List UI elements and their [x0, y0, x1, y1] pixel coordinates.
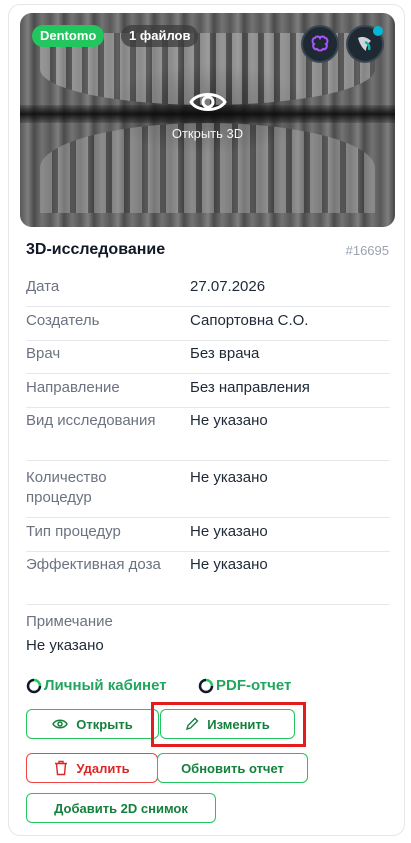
pdf-report-link-label: PDF-отчет	[216, 677, 292, 694]
loading-spinner-icon	[26, 678, 42, 693]
field-row-procedure-type: Тип процедур Не указано	[26, 522, 390, 552]
tooth-app-icon	[358, 37, 371, 51]
cabinet-link-label: Личный кабинет	[44, 677, 167, 694]
field-value: Не указано	[190, 556, 268, 573]
eye-icon	[188, 93, 227, 111]
tooth-app-button[interactable]	[346, 25, 384, 63]
study-title: 3D-исследование	[26, 241, 166, 258]
field-label: Врач	[26, 345, 61, 362]
loading-spinner-icon	[198, 678, 214, 693]
update-report-button[interactable]: Обновить отчет	[157, 753, 308, 783]
delete-button[interactable]: Удалить	[26, 753, 158, 783]
field-label: Создатель	[26, 312, 100, 329]
files-count-badge: 1 файлов	[121, 25, 199, 47]
pdf-report-link[interactable]: PDF-отчет	[198, 677, 291, 694]
field-row-procedure-count: Количество процедур Не указано	[26, 468, 390, 518]
field-row-effective-dose: Эффективная доза Не указано	[26, 555, 390, 605]
xray-preview[interactable]: Dentomo 1 файлов Открыть 3D	[20, 13, 395, 227]
trash-icon	[55, 760, 68, 776]
field-label: Тип процедур	[26, 523, 121, 540]
study-id: #16695	[345, 243, 389, 258]
note-label: Примечание	[26, 613, 113, 630]
brain-ai-icon	[311, 35, 329, 52]
field-row-doctor: Врач Без врача	[26, 344, 390, 374]
brand-badge: Dentomo	[32, 25, 105, 47]
field-value: Без врача	[190, 345, 260, 362]
eye-icon	[52, 719, 69, 729]
field-label: Направление	[26, 379, 120, 396]
add-2d-image-button-label: Добавить 2D снимок	[54, 800, 188, 816]
field-label: Вид исследования	[26, 412, 156, 429]
field-value: Сапортовна С.О.	[190, 312, 309, 329]
field-value: 27.07.2026	[190, 278, 266, 295]
ai-analysis-button[interactable]	[301, 25, 339, 63]
field-value: Не указано	[190, 469, 268, 486]
field-row-date: Дата 27.07.2026	[26, 277, 390, 307]
open-3d-label: Открыть 3D	[171, 126, 244, 141]
edit-button-highlight	[151, 702, 306, 747]
field-row-study-type: Вид исследования Не указано	[26, 411, 390, 461]
open-button[interactable]: Открыть	[26, 709, 159, 739]
add-2d-image-button[interactable]: Добавить 2D снимок	[26, 793, 216, 823]
field-row-creator: Создатель Сапортовна С.О.	[26, 311, 390, 341]
field-label: Количество процедур	[26, 469, 107, 506]
field-row-referral: Направление Без направления	[26, 378, 390, 408]
field-label: Эффективная доза	[26, 556, 161, 573]
delete-button-label: Удалить	[76, 760, 130, 776]
field-value: Без направления	[190, 379, 310, 396]
open-3d-overlay[interactable]: Открыть 3D	[20, 87, 395, 141]
update-report-button-label: Обновить отчет	[181, 760, 284, 776]
note-value: Не указано	[26, 637, 104, 654]
open-button-label: Открыть	[76, 716, 133, 732]
cabinet-link[interactable]: Личный кабинет	[26, 677, 167, 694]
notification-dot	[373, 26, 383, 36]
study-card: Dentomo 1 файлов Открыть 3D 3D-исследова…	[8, 4, 405, 836]
field-value: Не указано	[190, 523, 268, 540]
field-label: Дата	[26, 278, 60, 295]
field-value: Не указано	[190, 412, 268, 429]
